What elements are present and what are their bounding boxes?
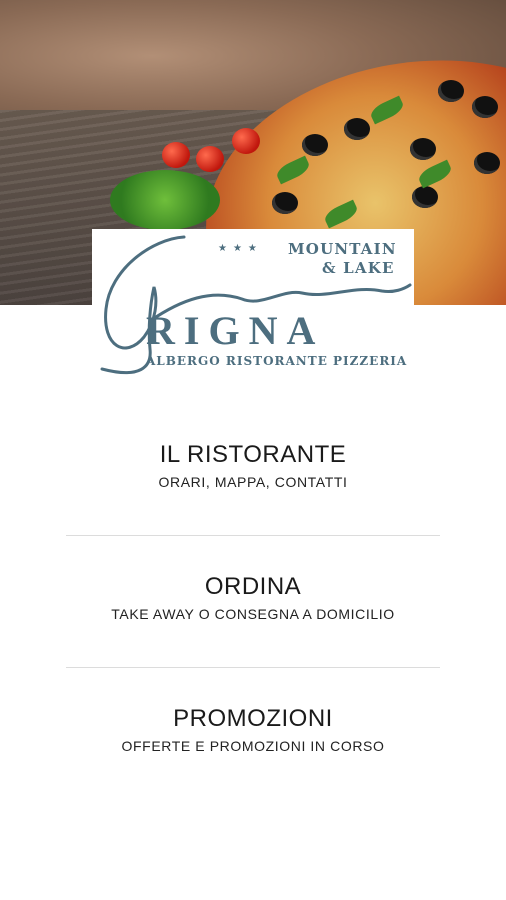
menu-divider [66, 535, 440, 536]
hero-basil [110, 170, 220, 230]
logo-tagline: ALBERGO RISTORANTE PIZZERIA [146, 354, 408, 368]
menu-item-promozioni[interactable]: PROMOZIONI OFFERTE E PROMOZIONI IN CORSO [0, 704, 506, 756]
hero-olive [272, 192, 298, 214]
menu-item-subtitle: OFFERTE E PROMOZIONI IN CORSO [121, 738, 385, 754]
brand-logo: ★★★ MOUNTAIN & LAKE RIGNA ALBERGO RISTOR… [92, 229, 414, 381]
menu-divider [66, 667, 440, 668]
hero-olive [302, 134, 328, 156]
logo-stars: ★★★ [218, 243, 263, 254]
hero-olive [410, 138, 436, 160]
hero-tomato [232, 128, 260, 154]
menu-item-subtitle: TAKE AWAY O CONSEGNA A DOMICILIO [111, 606, 395, 622]
logo-lake-text: & LAKE [322, 259, 395, 277]
menu-item-title: ORDINA [204, 573, 302, 600]
menu-item-ristorante[interactable]: IL RISTORANTE ORARI, MAPPA, CONTATTI [0, 440, 506, 492]
hero-olive [438, 80, 464, 102]
hero-olive [472, 96, 498, 118]
logo-brand-name: RIGNA [146, 308, 325, 353]
menu-item-title: PROMOZIONI [173, 705, 333, 732]
hero-olive [344, 118, 370, 140]
menu-item-ordina[interactable]: ORDINA TAKE AWAY O CONSEGNA A DOMICILIO [0, 572, 506, 624]
hero-olive [412, 186, 438, 208]
logo-mountain-text: MOUNTAIN [288, 240, 397, 258]
hero-tomato [196, 146, 224, 172]
hero-tomato [162, 142, 190, 168]
hero-olive [474, 152, 500, 174]
menu-item-subtitle: ORARI, MAPPA, CONTATTI [158, 474, 348, 490]
menu-item-title: IL RISTORANTE [159, 441, 347, 468]
